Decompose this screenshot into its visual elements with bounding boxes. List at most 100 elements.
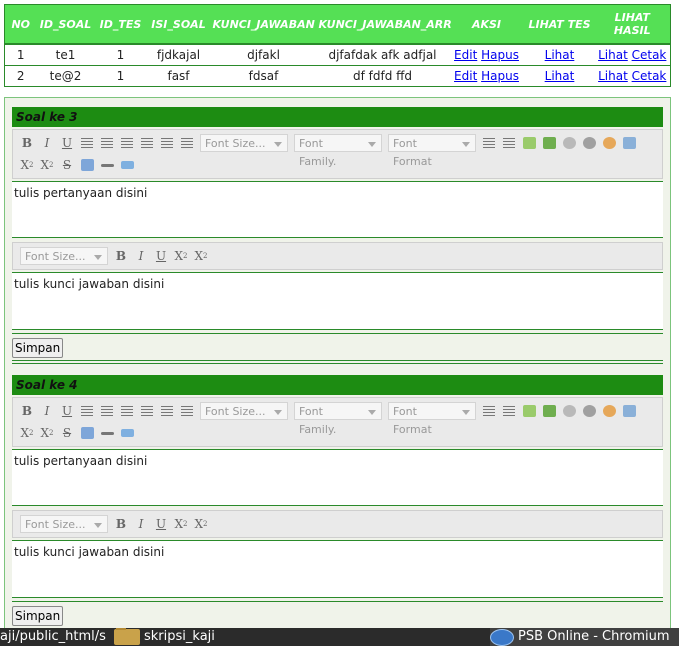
color-palette-icon[interactable] [600,134,618,152]
align-justify-icon[interactable] [138,402,156,420]
question-editor[interactable]: tulis pertanyaan disini [12,181,663,238]
bold-button[interactable]: B [112,247,130,265]
align-justify-icon[interactable] [138,134,156,152]
align-center-icon[interactable] [98,134,116,152]
align-right-icon[interactable] [118,402,136,420]
edit-html-icon[interactable] [620,134,638,152]
font-size-select[interactable]: Font Size... [20,247,108,265]
html-view-icon[interactable] [118,424,136,442]
superscript-button[interactable]: X2 [38,424,56,442]
divider [12,601,663,602]
question-editor[interactable]: tulis pertanyaan disini [12,449,663,506]
italic-button[interactable]: I [132,515,150,533]
header-isi-soal: ISI_SOAL [146,4,211,45]
remove-format-icon[interactable] [78,424,96,442]
edit-html-icon[interactable] [620,402,638,420]
outdent-icon[interactable] [500,134,518,152]
horizontal-rule-icon[interactable] [98,156,116,174]
question-block: Soal ke 4 B I U Font Size... Font Family… [12,375,663,626]
bold-button[interactable]: B [18,402,36,420]
unlink-icon[interactable] [580,402,598,420]
align-left-icon[interactable] [78,134,96,152]
superscript-button[interactable]: X2 [38,156,56,174]
ordered-list-icon[interactable] [158,134,176,152]
subscript-button[interactable]: X2 [172,515,190,533]
superscript-button[interactable]: X2 [192,515,210,533]
unordered-list-icon[interactable] [178,134,196,152]
link-icon[interactable] [560,134,578,152]
subscript-button[interactable]: X2 [18,156,36,174]
taskbar-path-label: aji/public_html/s [0,629,106,644]
link-icon[interactable] [560,402,578,420]
cell-no: 1 [4,43,37,66]
bold-button[interactable]: B [18,134,36,152]
lihat-hasil-link[interactable]: Lihat [598,48,628,62]
italic-button[interactable]: I [38,402,56,420]
superscript-button[interactable]: X2 [192,247,210,265]
lihat-tes-link[interactable]: Lihat [545,48,575,62]
hapus-link[interactable]: Hapus [481,48,519,62]
edit-link[interactable]: Edit [454,69,477,83]
align-right-icon[interactable] [118,134,136,152]
cell-no: 2 [4,65,37,87]
insert-image-icon[interactable] [520,134,538,152]
subscript-button[interactable]: X2 [172,247,190,265]
header-lihat-tes: LIHAT TES [524,4,595,45]
underline-button[interactable]: U [58,402,76,420]
taskbar: aji/public_html/s skripsi_kaji PSB Onlin… [0,628,679,646]
cetak-link[interactable]: Cetak [632,48,667,62]
taskbar-item-terminal[interactable]: aji/public_html/s [0,628,106,646]
taskbar-item-browser[interactable]: PSB Online - Chromium [490,628,679,646]
header-lihat-hasil: LIHAT HASIL [594,4,671,45]
header-aksi: AKSI [448,4,525,45]
strikethrough-button[interactable]: S [58,424,76,442]
cell-id-soal: te@2 [36,65,95,87]
horizontal-rule-icon[interactable] [98,424,116,442]
ordered-list-icon[interactable] [158,402,176,420]
italic-button[interactable]: I [132,247,150,265]
header-kunci-jawaban: KUNCI_JAWABAN [210,4,317,45]
underline-button[interactable]: U [152,247,170,265]
color-palette-icon[interactable] [600,402,618,420]
html-view-icon[interactable] [118,156,136,174]
folder-icon [114,628,140,645]
unordered-list-icon[interactable] [178,402,196,420]
header-kunci-jawaban-arr: KUNCI_JAWABAN_ARR [316,4,452,45]
question-editor-toolbar: B I U Font Size... Font Family. Font For… [12,397,663,447]
underline-button[interactable]: U [152,515,170,533]
font-format-select[interactable]: Font Format [388,402,476,436]
lihat-tes-link[interactable]: Lihat [545,69,575,83]
font-size-select[interactable]: Font Size... [200,402,288,420]
strikethrough-button[interactable]: S [58,156,76,174]
font-family-select[interactable]: Font Family. [294,402,382,436]
remove-format-icon[interactable] [78,156,96,174]
indent-icon[interactable] [480,402,498,420]
cetak-link[interactable]: Cetak [632,69,667,83]
answer-editor[interactable]: tulis kunci jawaban disini [12,272,663,330]
font-size-select[interactable]: Font Size... [20,515,108,533]
indent-icon[interactable] [480,134,498,152]
align-center-icon[interactable] [98,402,116,420]
font-format-select[interactable]: Font Format [388,134,476,168]
lihat-hasil-link[interactable]: Lihat [598,69,628,83]
edit-link[interactable]: Edit [454,48,477,62]
save-button[interactable]: Simpan [12,338,64,358]
unlink-icon[interactable] [580,134,598,152]
font-size-select[interactable]: Font Size... [200,134,288,152]
subscript-button[interactable]: X2 [18,424,36,442]
insert-table-icon[interactable] [540,402,558,420]
insert-table-icon[interactable] [540,134,558,152]
answer-editor-toolbar: Font Size... B I U X2 X2 [12,510,663,538]
underline-button[interactable]: U [58,134,76,152]
save-button[interactable]: Simpan [12,606,64,626]
cell-aksi: Edit Hapus [448,65,525,87]
align-left-icon[interactable] [78,402,96,420]
italic-button[interactable]: I [38,134,56,152]
outdent-icon[interactable] [500,402,518,420]
taskbar-item-folder[interactable]: skripsi_kaji [114,628,215,646]
hapus-link[interactable]: Hapus [481,69,519,83]
insert-image-icon[interactable] [520,402,538,420]
bold-button[interactable]: B [112,515,130,533]
answer-editor[interactable]: tulis kunci jawaban disini [12,540,663,598]
font-family-select[interactable]: Font Family. [294,134,382,168]
